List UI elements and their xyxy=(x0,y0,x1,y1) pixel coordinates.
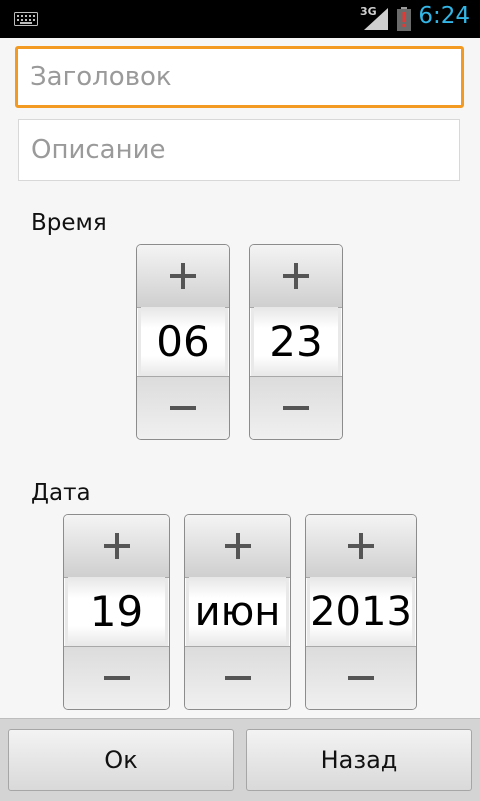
keyboard-icon xyxy=(14,12,38,26)
year-value[interactable]: 2013 xyxy=(310,577,412,647)
plus-icon xyxy=(170,263,196,289)
hour-picker: 06 xyxy=(136,244,230,440)
battery-alert-icon xyxy=(397,7,411,31)
hour-increment-button[interactable] xyxy=(137,245,229,308)
plus-icon xyxy=(348,533,374,559)
year-picker: 2013 xyxy=(305,514,417,710)
minus-icon xyxy=(103,676,130,680)
minute-decrement-button[interactable] xyxy=(250,376,342,439)
plus-icon xyxy=(103,533,130,559)
minute-increment-button[interactable] xyxy=(250,245,342,308)
month-picker: июн xyxy=(184,514,291,710)
time-label: Время xyxy=(31,210,107,236)
year-decrement-button[interactable] xyxy=(306,646,416,709)
status-clock: 6:24 xyxy=(418,3,470,29)
ok-button[interactable]: Ок xyxy=(8,729,234,791)
hour-decrement-button[interactable] xyxy=(137,376,229,439)
bottom-button-bar: Ок Назад xyxy=(0,718,480,801)
minus-icon xyxy=(170,406,196,410)
minus-icon xyxy=(224,676,251,680)
day-decrement-button[interactable] xyxy=(64,646,169,709)
back-button[interactable]: Назад xyxy=(246,729,472,791)
month-value[interactable]: июн xyxy=(189,577,286,647)
status-bar: 3G 6:24 xyxy=(0,0,480,38)
signal-icon xyxy=(364,8,388,30)
hour-value[interactable]: 06 xyxy=(141,307,225,377)
minus-icon xyxy=(348,676,374,680)
minute-value[interactable]: 23 xyxy=(254,307,338,377)
month-decrement-button[interactable] xyxy=(185,646,290,709)
description-input[interactable] xyxy=(18,119,460,181)
year-increment-button[interactable] xyxy=(306,515,416,578)
date-label: Дата xyxy=(31,480,91,506)
minus-icon xyxy=(283,406,309,410)
plus-icon xyxy=(224,533,251,559)
minute-picker: 23 xyxy=(249,244,343,440)
day-picker: 19 xyxy=(63,514,170,710)
plus-icon xyxy=(283,263,309,289)
day-value[interactable]: 19 xyxy=(68,577,165,647)
month-increment-button[interactable] xyxy=(185,515,290,578)
title-input[interactable] xyxy=(15,46,464,108)
day-increment-button[interactable] xyxy=(64,515,169,578)
